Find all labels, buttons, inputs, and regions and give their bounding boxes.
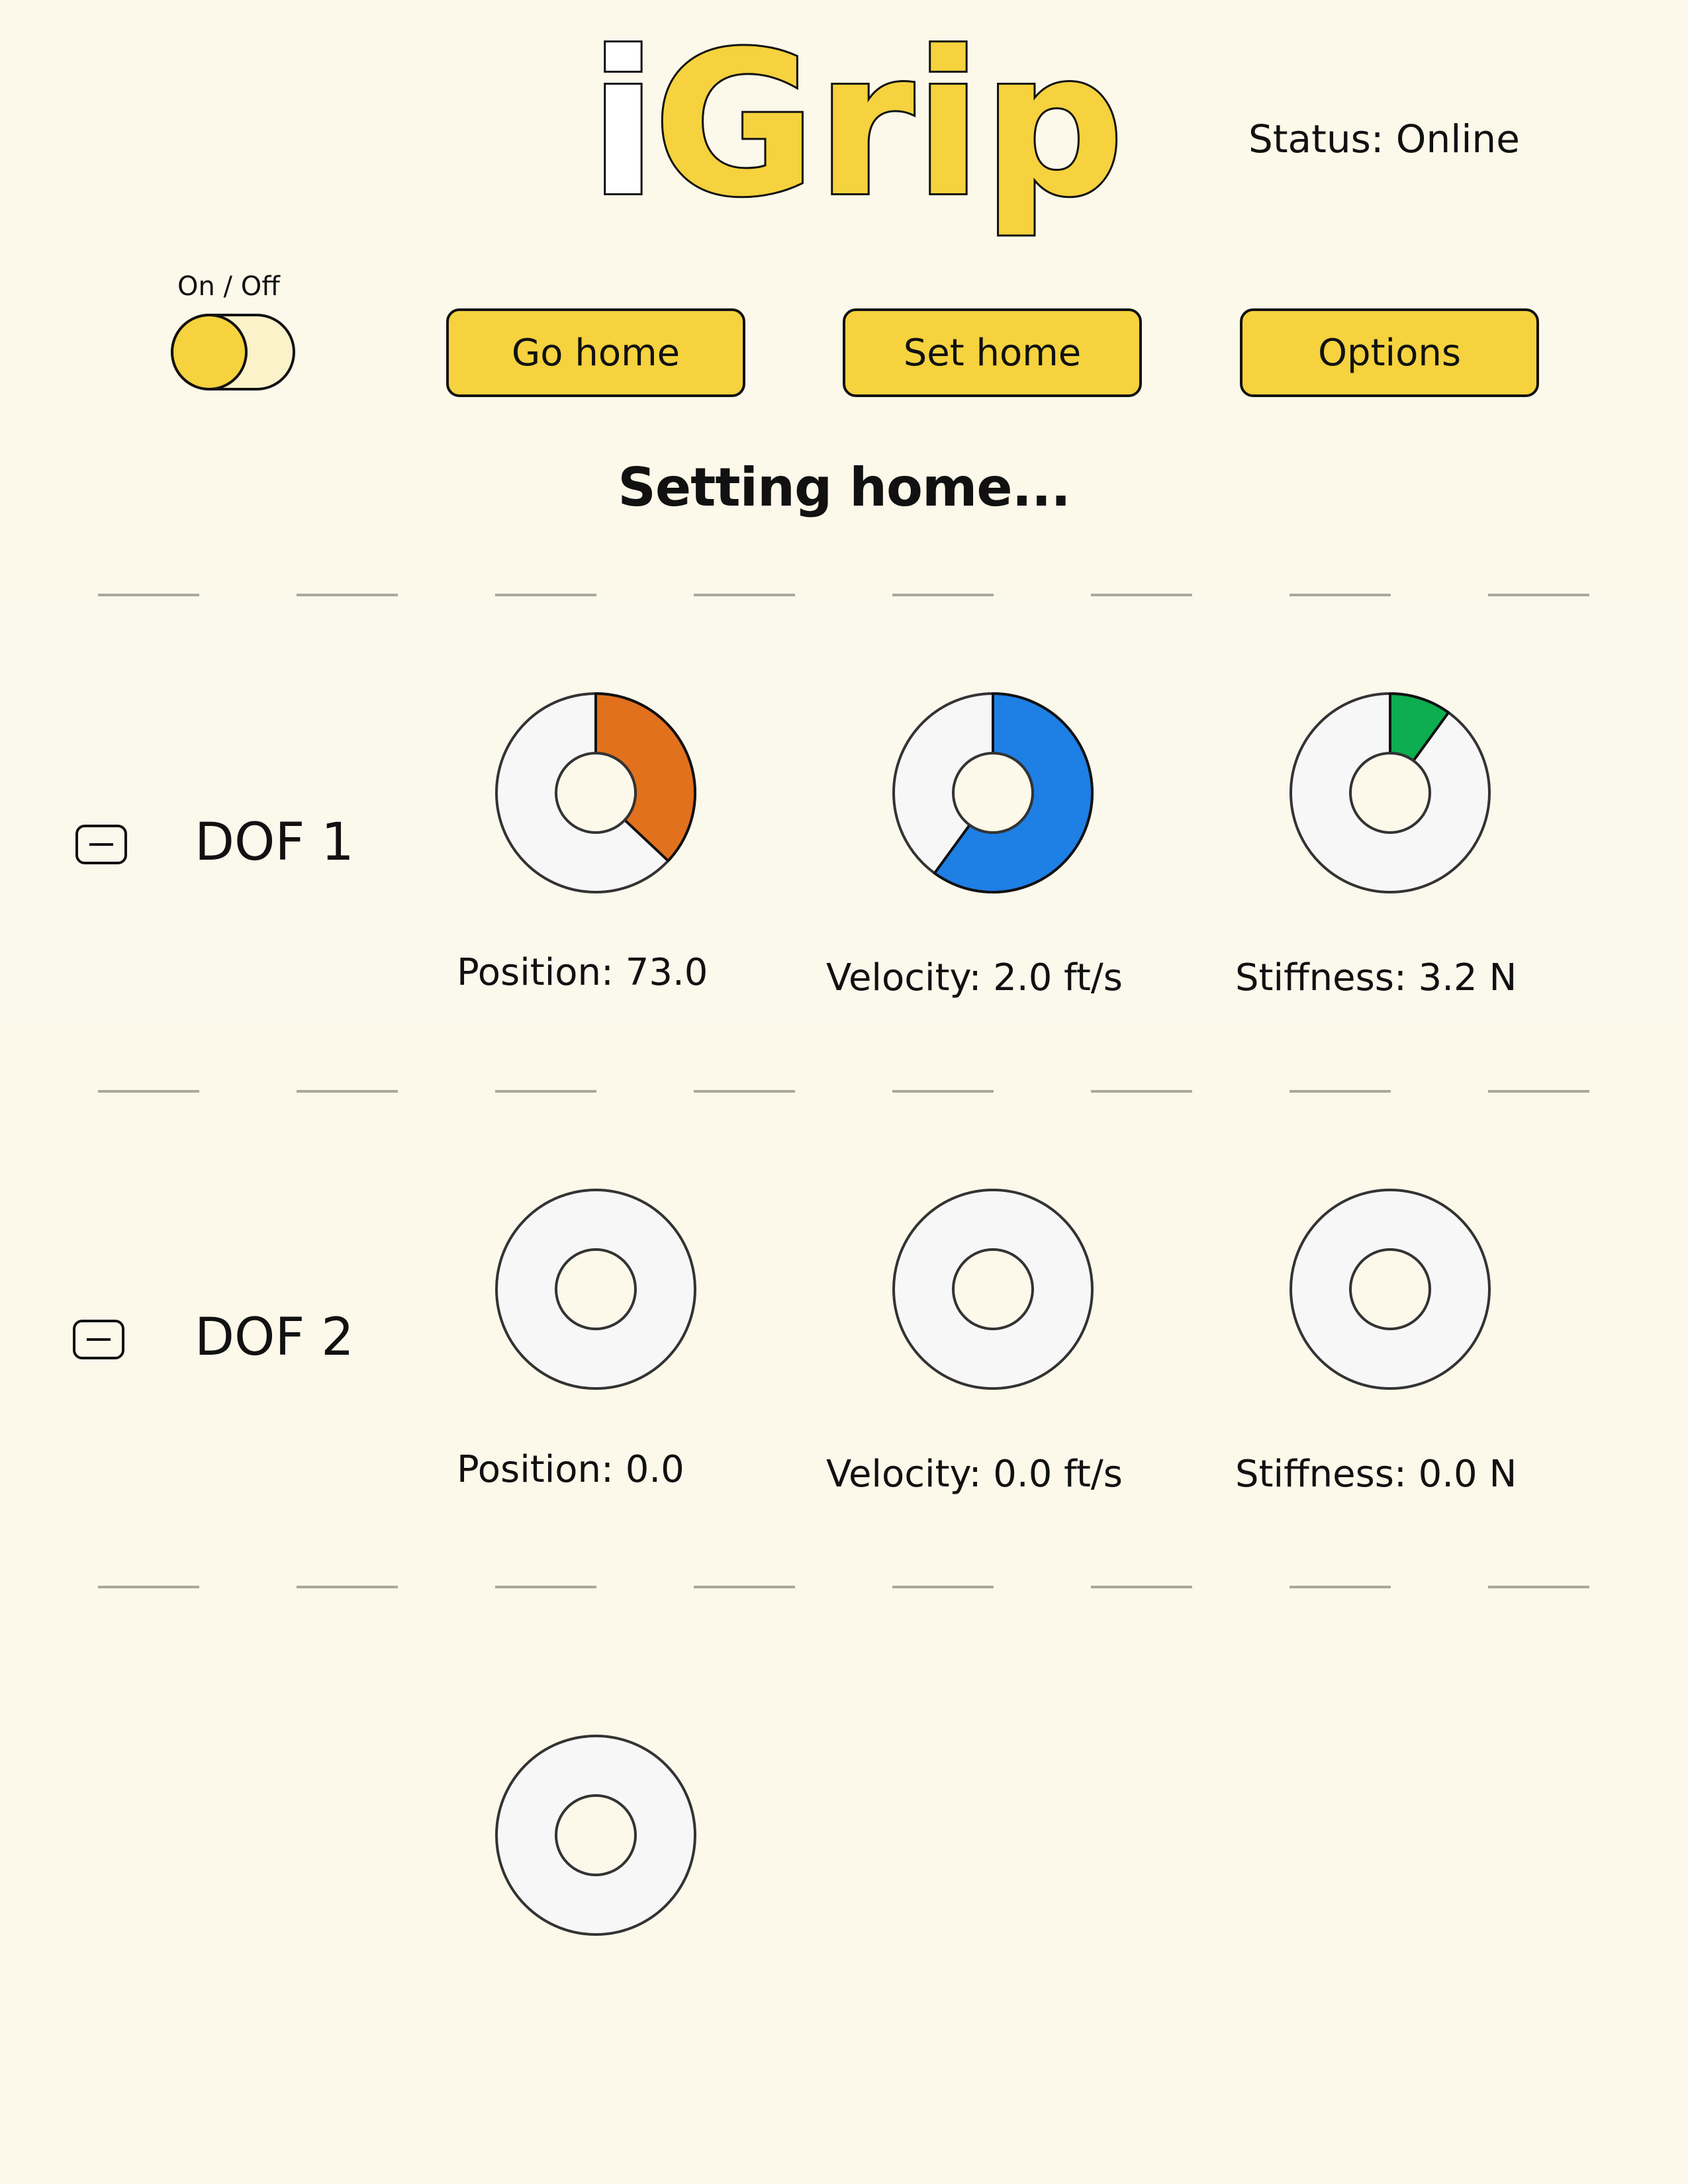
dof-2-velocity-gauge — [892, 1189, 1094, 1390]
extra-gauge-hole — [555, 1794, 637, 1876]
dof-1-stiffness-gauge-hole — [1349, 752, 1431, 834]
dof-2-stiffness-label: Stiffness: 0.0 N — [1235, 1453, 1517, 1496]
dof-1-position-gauge-hole — [555, 752, 637, 834]
separator-dash — [98, 1090, 199, 1093]
separator-dash — [1091, 1586, 1192, 1588]
dof-1-position-gauge — [495, 692, 696, 893]
igrip-logo: iGrip — [587, 40, 1127, 242]
separator-dash — [694, 594, 795, 596]
separator — [0, 594, 1688, 598]
separator-dash — [694, 1586, 795, 1588]
power-toggle-label: On / Off — [177, 271, 280, 302]
separator-dash — [495, 1090, 596, 1093]
dof-2-stiffness-gauge-hole — [1349, 1248, 1431, 1330]
set-home-button[interactable]: Set home — [843, 308, 1142, 397]
separator-dash — [297, 1090, 398, 1093]
dof-2-stiffness-gauge — [1289, 1189, 1491, 1390]
separator-dash — [1488, 594, 1589, 596]
dof-2-title: DOF 2 — [195, 1308, 354, 1367]
power-toggle[interactable] — [171, 314, 295, 390]
separator-dash — [98, 1586, 199, 1588]
dof-1-velocity-gauge-hole — [952, 752, 1034, 834]
dof-1-velocity-gauge — [892, 692, 1094, 893]
separator-dash — [495, 1586, 596, 1588]
logo-letter-i: iGrip — [589, 40, 1125, 240]
separator-dash — [892, 594, 994, 596]
go-home-button[interactable]: Go home — [446, 308, 745, 397]
dof-1-collapse-button[interactable] — [75, 825, 127, 864]
separator-dash — [1091, 594, 1192, 596]
separator — [0, 1586, 1688, 1590]
dof-1-stiffness-gauge — [1289, 692, 1491, 893]
separator-dash — [297, 594, 398, 596]
separator-dash — [495, 594, 596, 596]
dof-1-title: DOF 1 — [195, 813, 354, 872]
dof-1-stiffness-label: Stiffness: 3.2 N — [1235, 956, 1517, 999]
status-message: Setting home... — [618, 457, 1071, 518]
dof-1-position-label: Position: 73.0 — [457, 951, 708, 994]
dof-1-velocity-label: Velocity: 2.0 ft/s — [826, 956, 1123, 999]
separator-dash — [297, 1586, 398, 1588]
separator-dash — [892, 1090, 994, 1093]
separator-dash — [1289, 1586, 1391, 1588]
dof-2-velocity-label: Velocity: 0.0 ft/s — [826, 1453, 1123, 1496]
extra-gauge — [495, 1735, 696, 1936]
dof-2-collapse-button[interactable] — [73, 1320, 124, 1359]
dof-2-position-gauge-hole — [555, 1248, 637, 1330]
separator-dash — [1488, 1090, 1589, 1093]
separator-dash — [1289, 1090, 1391, 1093]
separator-dash — [892, 1586, 994, 1588]
dof-2-position-gauge — [495, 1189, 696, 1390]
separator — [0, 1090, 1688, 1094]
dof-2-position-label: Position: 0.0 — [457, 1448, 684, 1491]
dof-2-velocity-gauge-hole — [952, 1248, 1034, 1330]
separator-dash — [1091, 1090, 1192, 1093]
connection-status: Status: Online — [1248, 116, 1520, 161]
separator-dash — [694, 1090, 795, 1093]
separator-dash — [98, 594, 199, 596]
separator-dash — [1488, 1586, 1589, 1588]
power-toggle-knob — [171, 314, 248, 390]
options-button[interactable]: Options — [1240, 308, 1539, 397]
separator-dash — [1289, 594, 1391, 596]
